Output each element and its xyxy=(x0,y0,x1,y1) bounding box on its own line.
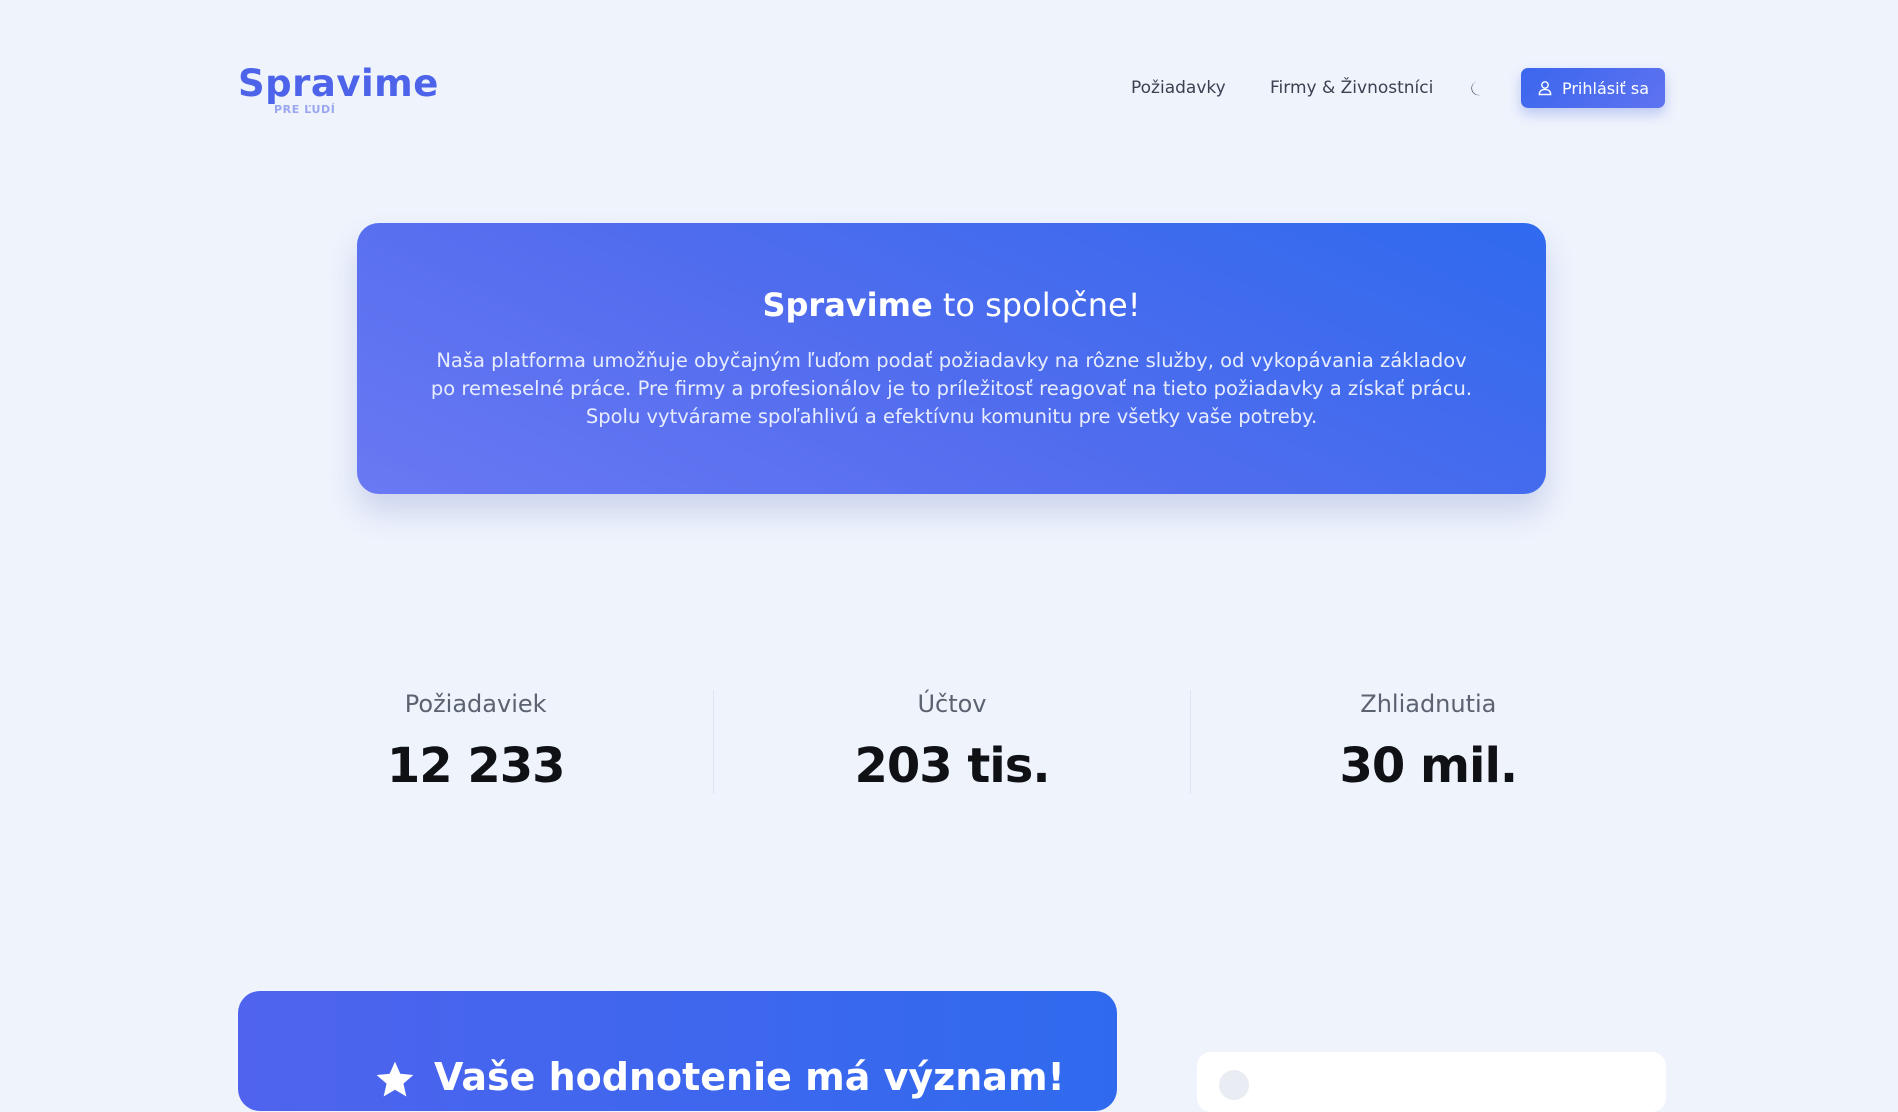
user-icon xyxy=(1538,81,1552,96)
hero-title-bold: Spravime xyxy=(762,286,933,324)
nav-firms-link[interactable]: Firmy & Živnostníci xyxy=(1270,78,1433,98)
login-button[interactable]: Prihlásiť sa xyxy=(1521,68,1665,108)
rating-title: Vaše hodnotenie má význam! xyxy=(434,1055,1065,1099)
nav-requests[interactable]: Požiadavky xyxy=(1131,68,1226,108)
hero-title: Spravime to spoločne! xyxy=(357,285,1546,325)
hero-banner: Spravime to spoločne! Naša platforma umo… xyxy=(357,223,1546,494)
stat-requests: Požiadaviek 12 233 xyxy=(238,690,713,794)
stats-row: Požiadaviek 12 233 Účtov 203 tis. Zhliad… xyxy=(238,690,1666,794)
logo-tagline: PRE ĽUDÍ xyxy=(274,103,336,116)
stat-label: Zhliadnutia xyxy=(1360,690,1497,718)
star-icon xyxy=(376,1061,414,1097)
stat-label: Požiadaviek xyxy=(404,690,547,718)
hero-title-rest: to spoločne! xyxy=(932,286,1141,324)
avatar xyxy=(1219,1070,1249,1100)
stat-label: Účtov xyxy=(917,690,987,718)
stat-value: 12 233 xyxy=(386,738,566,794)
logo-wordmark: Spravime xyxy=(238,62,439,105)
logo[interactable]: Spravime PRE ĽUDÍ xyxy=(238,62,438,122)
stat-accounts: Účtov 203 tis. xyxy=(713,690,1189,794)
site-header: Spravime PRE ĽUDÍ Požiadavky Firmy & Živ… xyxy=(0,0,1898,176)
moon-icon[interactable] xyxy=(1466,76,1490,100)
nav-requests-link[interactable]: Požiadavky xyxy=(1131,78,1226,98)
stat-value: 203 tis. xyxy=(854,738,1050,794)
nav-firms[interactable]: Firmy & Živnostníci xyxy=(1270,68,1433,108)
side-card xyxy=(1197,1052,1666,1112)
login-label: Prihlásiť sa xyxy=(1561,78,1650,98)
stat-views: Zhliadnutia 30 mil. xyxy=(1189,690,1666,794)
stat-value: 30 mil. xyxy=(1339,738,1518,794)
hero-description: Naša platforma umožňuje obyčajným ľuďom … xyxy=(430,349,1473,428)
rating-card: Vaše hodnotenie má význam! xyxy=(238,991,1117,1111)
